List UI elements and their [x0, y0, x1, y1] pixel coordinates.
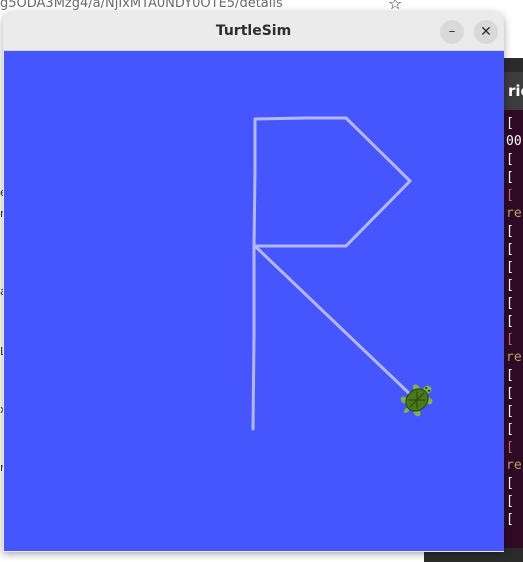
close-button[interactable]: ✕	[474, 20, 498, 44]
terminal-line: [	[506, 440, 514, 455]
terminal-line: [	[506, 368, 514, 383]
minimize-icon: –	[448, 24, 456, 39]
terminal-line: [	[506, 260, 514, 275]
terminal-line: [	[506, 314, 514, 329]
turtle-icon	[400, 384, 433, 417]
terminal-line: re	[506, 458, 522, 473]
terminal-line: [	[506, 512, 514, 527]
background-terminal-tab[interactable]: ric	[502, 72, 523, 110]
window-titlebar[interactable]: TurtleSim – ✕	[3, 12, 504, 51]
turtlesim-canvas	[4, 51, 504, 551]
terminal-line: [	[506, 242, 514, 257]
terminal-line: [	[506, 116, 514, 131]
terminal-line: [	[506, 386, 514, 401]
background-terminal: [00 [ [ [ re [ [ [ [ [ [ [ re [ [ [ [ [ re [ [ [	[502, 110, 523, 562]
terminal-line: [	[506, 332, 514, 347]
terminal-line: 00	[506, 134, 522, 149]
pen-trail	[251, 116, 412, 431]
terminal-line: [	[506, 422, 514, 437]
terminal-line: [	[506, 278, 514, 293]
terminal-line: [	[506, 224, 514, 239]
terminal-line: [	[506, 494, 514, 509]
close-icon: ✕	[480, 24, 492, 40]
background-terminal-header	[502, 58, 523, 72]
window-title: TurtleSim	[215, 23, 292, 39]
terminal-line: [	[506, 476, 514, 491]
turtle-drawing	[251, 116, 433, 431]
star-outline-icon[interactable]: ☆	[388, 0, 402, 12]
terminal-line: [	[506, 404, 514, 419]
desktop: g5ODA3Mzg4/a/NjIxMTA0NDY0OTE5/details ☆ …	[0, 0, 523, 562]
turtlesim-window: TurtleSim – ✕	[3, 12, 504, 552]
terminal-line: [	[506, 296, 514, 311]
terminal-line: [	[506, 170, 514, 185]
terminal-line: re	[506, 206, 522, 221]
terminal-line: [	[506, 188, 514, 203]
background-browser-url: g5ODA3Mzg4/a/NjIxMTA0NDY0OTE5/details	[0, 0, 283, 11]
terminal-line: [	[506, 152, 514, 167]
pen-trail	[255, 246, 415, 399]
minimize-button[interactable]: –	[440, 20, 464, 44]
terminal-line: re	[506, 350, 522, 365]
